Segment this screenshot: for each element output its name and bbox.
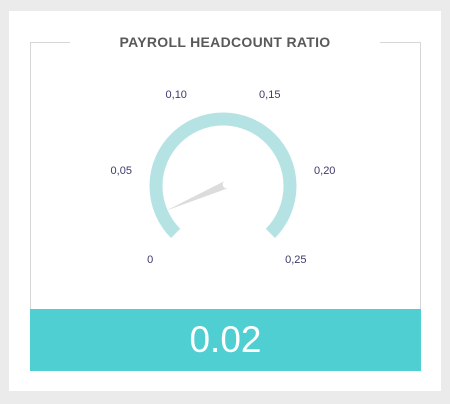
gauge-tick-label: 0,15 [259, 89, 280, 101]
gauge-arc [149, 112, 297, 238]
gauge-card: PAYROLL HEADCOUNT RATIO 0 0,05 0,10 0,15 0,2… [9, 11, 441, 391]
gauge-tick-label: 0,20 [314, 165, 335, 177]
gauge-chart: 0 0,05 0,10 0,15 0,20 0,25 [111, 89, 336, 266]
gauge-tick-label: 0,10 [166, 89, 187, 101]
value-bar: 0.02 [30, 309, 421, 371]
gauge-needle [166, 180, 229, 211]
gauge-value: 0.02 [189, 319, 262, 360]
gauge-tick-label: 0,05 [111, 165, 132, 177]
gauge-tick-label: 0,25 [285, 254, 306, 266]
gauge-tick-label: 0 [147, 254, 153, 266]
